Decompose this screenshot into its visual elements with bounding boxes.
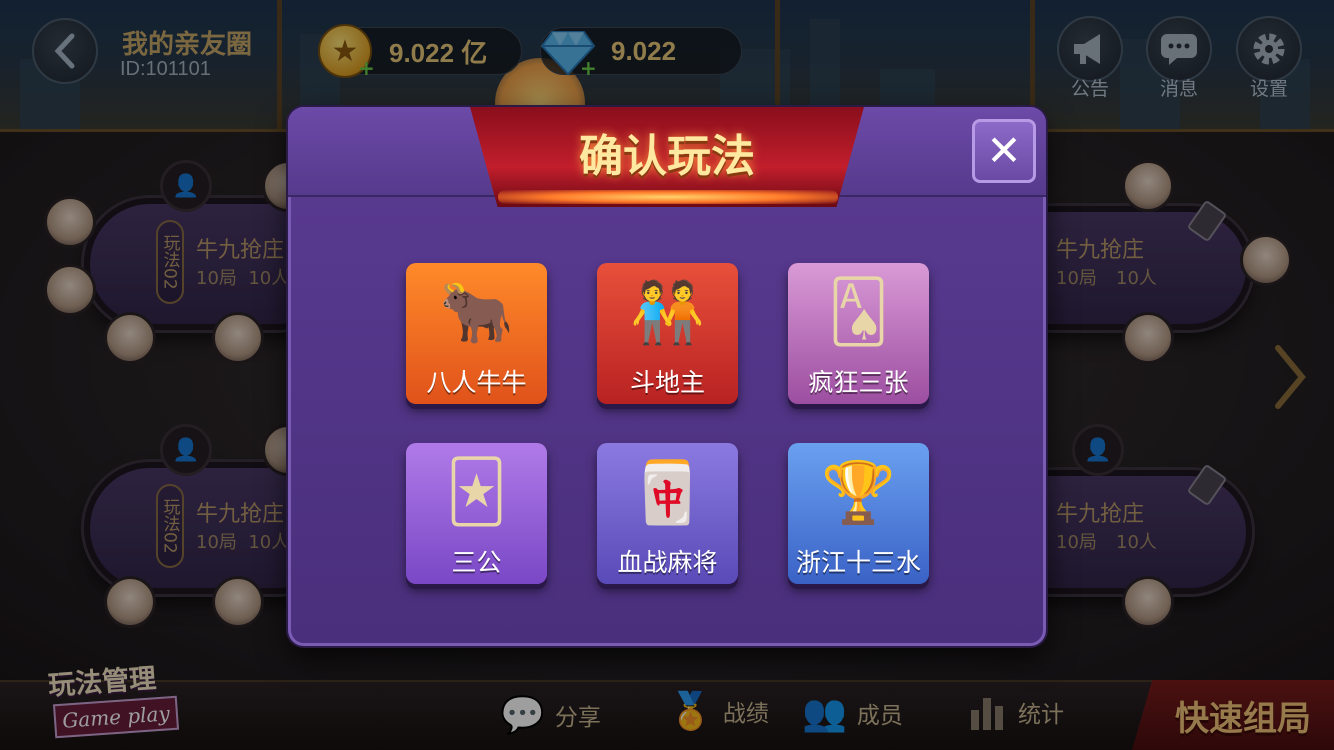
game-option-eight-bull[interactable]: 🐂 八人牛牛 bbox=[406, 263, 547, 404]
game-label: 三公 bbox=[451, 548, 502, 577]
game-label: 斗地主 bbox=[629, 368, 705, 397]
dialog-title: 确认玩法 bbox=[579, 131, 755, 182]
game-option-thirteen-water[interactable]: 🏆 浙江十三水 bbox=[788, 443, 929, 584]
mahjong-tile-icon: 🀄 bbox=[630, 457, 705, 528]
game-label: 浙江十三水 bbox=[795, 548, 921, 577]
landlord-characters-icon: 🧑‍🤝‍🧑 bbox=[630, 277, 705, 348]
close-icon: ✕ bbox=[986, 126, 1022, 175]
game-option-mahjong[interactable]: 🀄 血战麻将 bbox=[597, 443, 738, 584]
game-label: 血战麻将 bbox=[617, 548, 718, 577]
close-button[interactable]: ✕ bbox=[972, 119, 1036, 183]
game-option-san-gong[interactable]: 🃏 三公 bbox=[406, 443, 547, 584]
bull-mascot-icon: 🐂 bbox=[439, 277, 514, 348]
cards-and-coins-icon: 🃏 bbox=[445, 457, 508, 527]
game-option-crazy-three[interactable]: 🂡 疯狂三张 bbox=[788, 263, 929, 404]
game-label: 八人牛牛 bbox=[426, 368, 527, 397]
game-option-landlord[interactable]: 🧑‍🤝‍🧑 斗地主 bbox=[597, 263, 738, 404]
trophy-cards-icon: 🏆 bbox=[821, 457, 896, 528]
playing-cards-icon: 🂡 bbox=[827, 277, 890, 347]
game-label: 疯狂三张 bbox=[808, 368, 909, 397]
title-glow bbox=[498, 190, 838, 204]
